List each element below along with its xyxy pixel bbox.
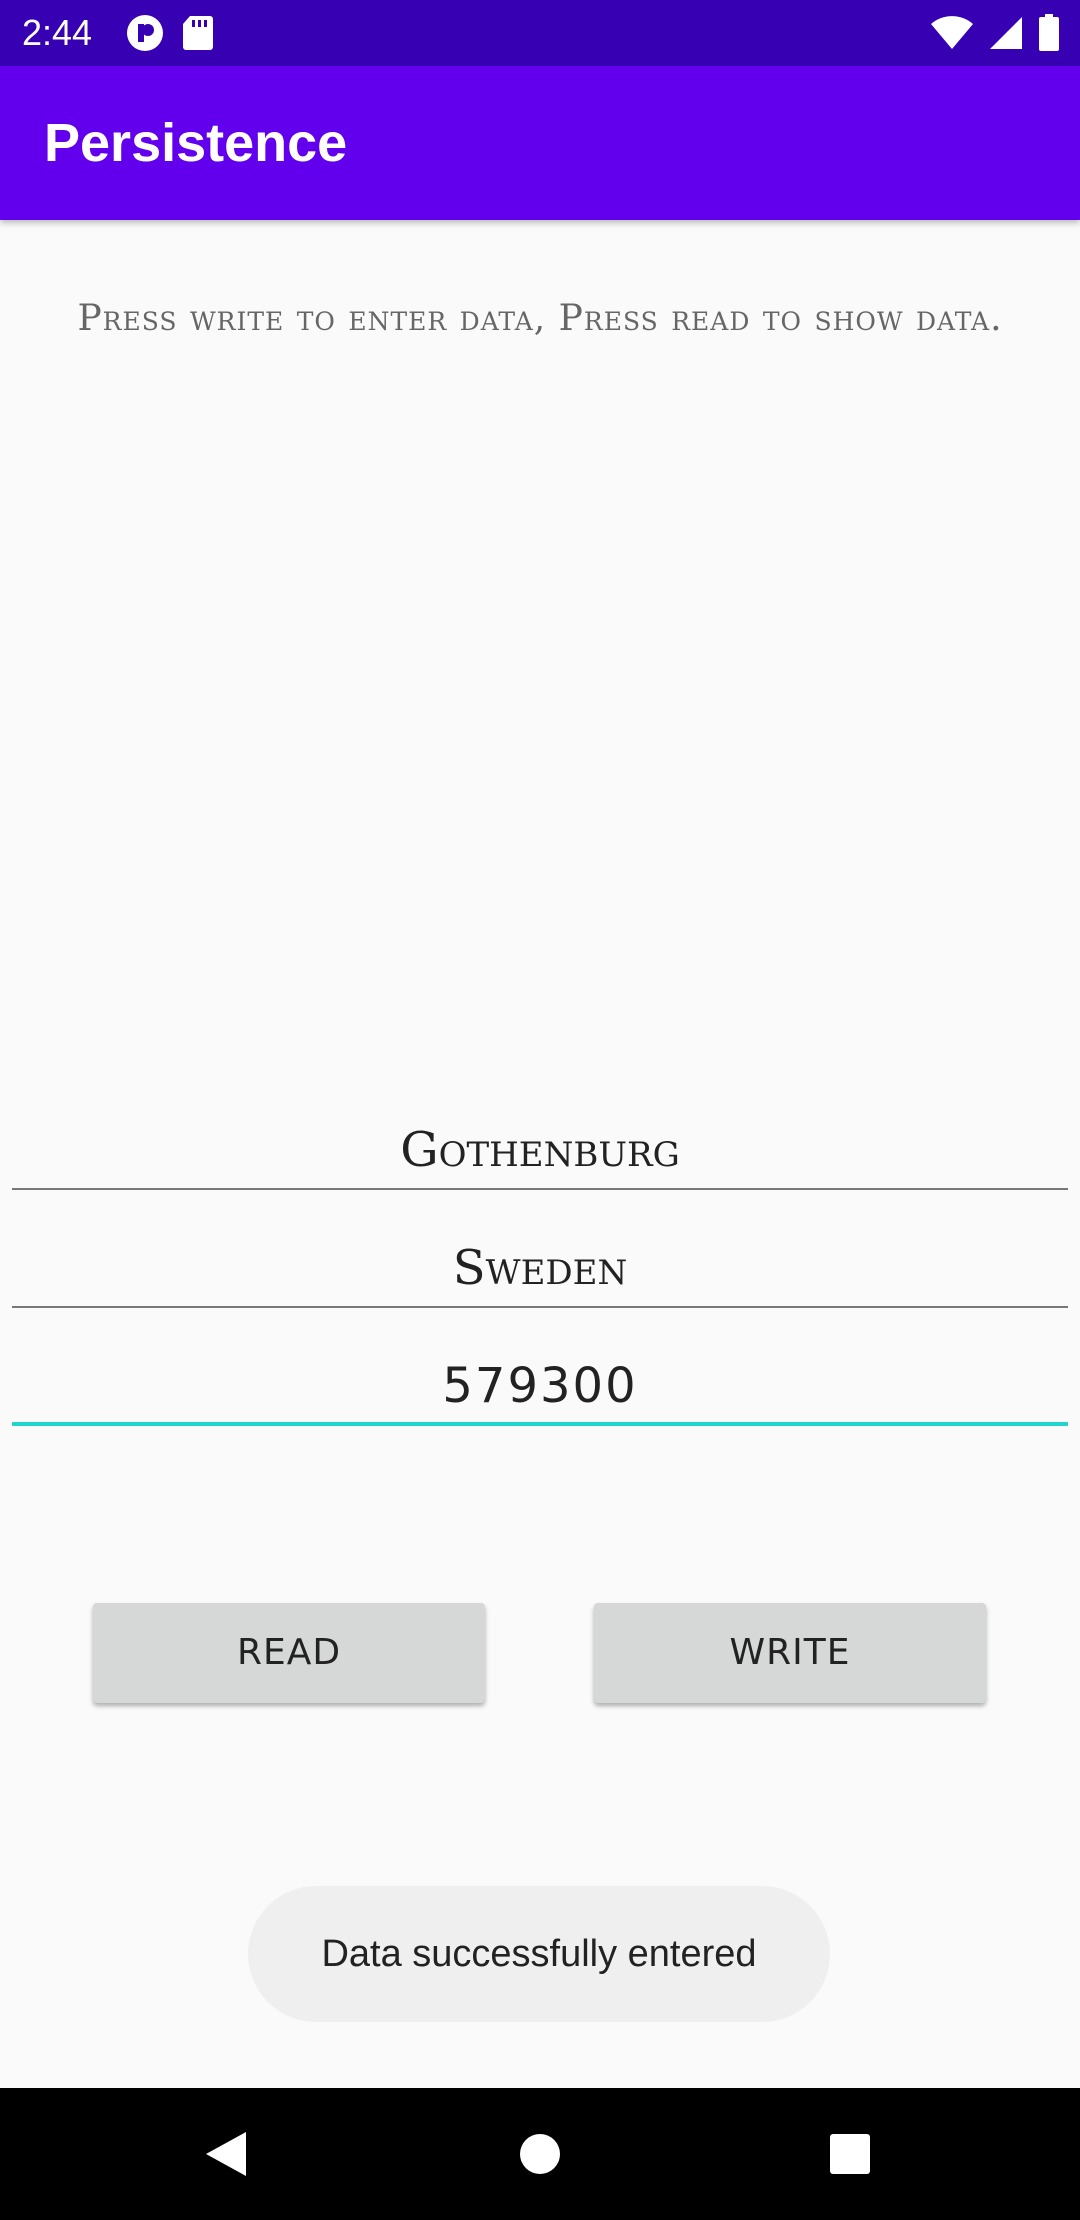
write-button[interactable]: WRITE <box>594 1603 986 1703</box>
status-time: 2:44 <box>22 12 93 53</box>
app-bar: Persistence <box>0 66 1080 220</box>
status-right-icons <box>930 14 1060 57</box>
instruction-text: Press write to enter data, Press read to… <box>77 298 1003 339</box>
home-icon[interactable] <box>519 2133 561 2180</box>
city-field[interactable]: Gothenburg <box>12 1110 1068 1190</box>
status-left-icons <box>126 14 214 57</box>
app-title: Persistence <box>44 113 348 173</box>
recents-icon[interactable] <box>829 2133 871 2180</box>
country-field[interactable]: Sweden <box>12 1228 1068 1308</box>
back-icon[interactable] <box>204 2130 248 2183</box>
population-field[interactable]: 579300 <box>12 1346 1068 1426</box>
wifi-icon <box>930 15 974 56</box>
notification-app-icon <box>126 14 164 57</box>
toast-message: Data successfully entered <box>248 1886 830 2022</box>
battery-icon <box>1038 14 1060 57</box>
read-button[interactable]: READ <box>93 1603 485 1703</box>
signal-icon <box>988 15 1024 56</box>
sd-card-icon <box>182 14 214 57</box>
status-bar: 2:44 <box>0 0 1080 66</box>
navigation-bar <box>0 2088 1080 2220</box>
